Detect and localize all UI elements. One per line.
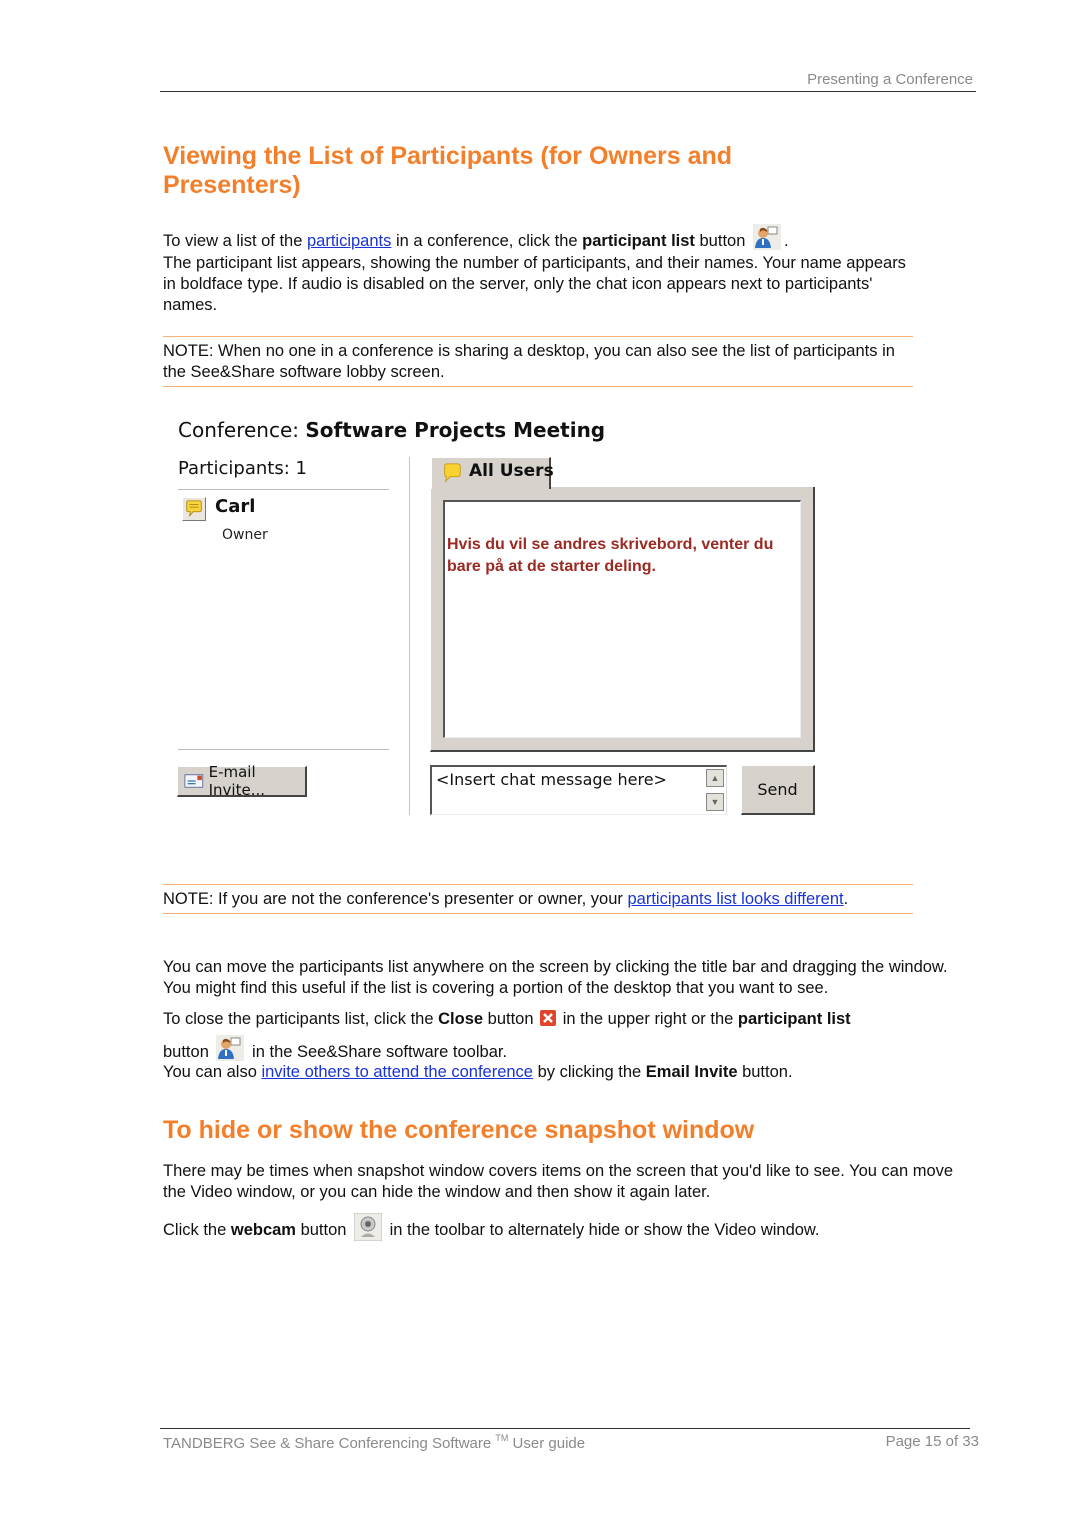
text: User guide xyxy=(508,1435,586,1452)
bold-text: Close xyxy=(438,1010,484,1028)
text: by clicking the xyxy=(532,1063,646,1081)
description-paragraph: The participant list appears, showing th… xyxy=(163,254,906,314)
arrow-down-icon: ▼ xyxy=(710,797,720,807)
text: . xyxy=(843,890,849,908)
chat-tab-icon xyxy=(444,463,461,483)
participant-name[interactable]: Carl xyxy=(215,496,255,517)
scroll-up-button[interactable]: ▲ xyxy=(706,769,724,787)
participant-list-icon xyxy=(752,224,781,250)
footer-divider xyxy=(160,1428,970,1429)
running-header: Presenting a Conference xyxy=(807,71,973,88)
participants-count: Participants: 1 xyxy=(178,458,307,479)
conference-title: Conference: Software Projects Meeting xyxy=(178,418,605,442)
close-list-paragraph: To close the participants list, click th… xyxy=(163,1004,978,1068)
arrow-up-icon: ▲ xyxy=(710,773,720,783)
bold-text: participant list xyxy=(582,232,695,250)
tab-label: All Users xyxy=(469,461,554,481)
chat-bubble-icon[interactable] xyxy=(182,497,206,521)
text: button xyxy=(163,1043,209,1061)
panel-separator xyxy=(409,457,410,815)
bold-text: Email Invite xyxy=(645,1063,738,1081)
bold-text: webcam xyxy=(230,1221,296,1239)
close-icon xyxy=(540,1010,557,1026)
text: Click the xyxy=(163,1221,231,1239)
bold-text: participant list xyxy=(737,1010,851,1028)
conference-label: Conference: xyxy=(178,418,306,442)
text: button xyxy=(295,1221,347,1239)
participant-list-icon xyxy=(216,1035,245,1061)
text: To close the participants list, click th… xyxy=(163,1010,439,1028)
envelope-icon xyxy=(184,774,204,788)
page-number: Page 15 of 33 xyxy=(885,1433,979,1450)
intro-paragraph: To view a list of the participants in a … xyxy=(163,224,923,252)
text: in the upper right or the xyxy=(558,1010,738,1028)
email-invite-label: E-mail Invite... xyxy=(208,763,265,799)
participants-link[interactable]: participants xyxy=(307,232,391,250)
invite-paragraph: You can also invite others to attend the… xyxy=(163,1062,978,1083)
text: TANDBERG See & Share Conferencing Softwa… xyxy=(163,1435,496,1452)
note-non-presenter: NOTE: If you are not the conference's pr… xyxy=(163,884,913,914)
text: button xyxy=(483,1010,534,1028)
snapshot-paragraph: There may be times when snapshot window … xyxy=(163,1162,954,1201)
move-list-paragraph: You can move the participants list anywh… xyxy=(163,958,948,997)
text: button. xyxy=(737,1063,793,1081)
invite-others-link[interactable]: invite others to attend the conference xyxy=(261,1063,533,1081)
webcam-paragraph: Click the webcam button in the toolbar t… xyxy=(163,1213,978,1245)
text: NOTE: If you are not the conference's pr… xyxy=(163,890,628,908)
section-heading-snapshot: To hide or show the conference snapshot … xyxy=(163,1116,755,1144)
text: button xyxy=(694,232,746,250)
text: in a conference, click the xyxy=(391,232,583,250)
divider xyxy=(178,749,389,750)
webcam-icon xyxy=(354,1213,383,1241)
conference-name: Software Projects Meeting xyxy=(305,418,606,442)
section-title-line1: Viewing the List of Participants (for Ow… xyxy=(163,142,733,170)
text: To view a list of the xyxy=(163,232,307,250)
participants-list-looks-different-link[interactable]: participants list looks different xyxy=(627,890,843,908)
participant-role: Owner xyxy=(222,527,268,543)
footer-title: TANDBERG See & Share Conferencing Softwa… xyxy=(163,1433,585,1452)
send-button[interactable]: Send xyxy=(741,765,815,815)
section-heading-participants: Viewing the List of Participants (for Ow… xyxy=(163,142,943,200)
text: . xyxy=(783,232,789,250)
section-title-line2: Presenters) xyxy=(163,171,301,199)
divider xyxy=(178,489,389,490)
chat-message: Hvis du vil se andres skrivebord, venter… xyxy=(447,536,774,575)
note-lobby: NOTE: When no one in a conference is sha… xyxy=(163,336,913,387)
scroll-down-button[interactable]: ▼ xyxy=(706,793,724,811)
text: You can also xyxy=(163,1063,262,1081)
header-divider xyxy=(160,91,976,92)
email-invite-button[interactable]: E-mail Invite... xyxy=(177,763,307,799)
trademark: TM xyxy=(495,1433,509,1443)
text: in the See&Share software toolbar. xyxy=(247,1043,508,1061)
text: in the toolbar to alternately hide or sh… xyxy=(385,1221,820,1239)
chat-message-input[interactable]: <Insert chat message here> xyxy=(430,765,727,815)
